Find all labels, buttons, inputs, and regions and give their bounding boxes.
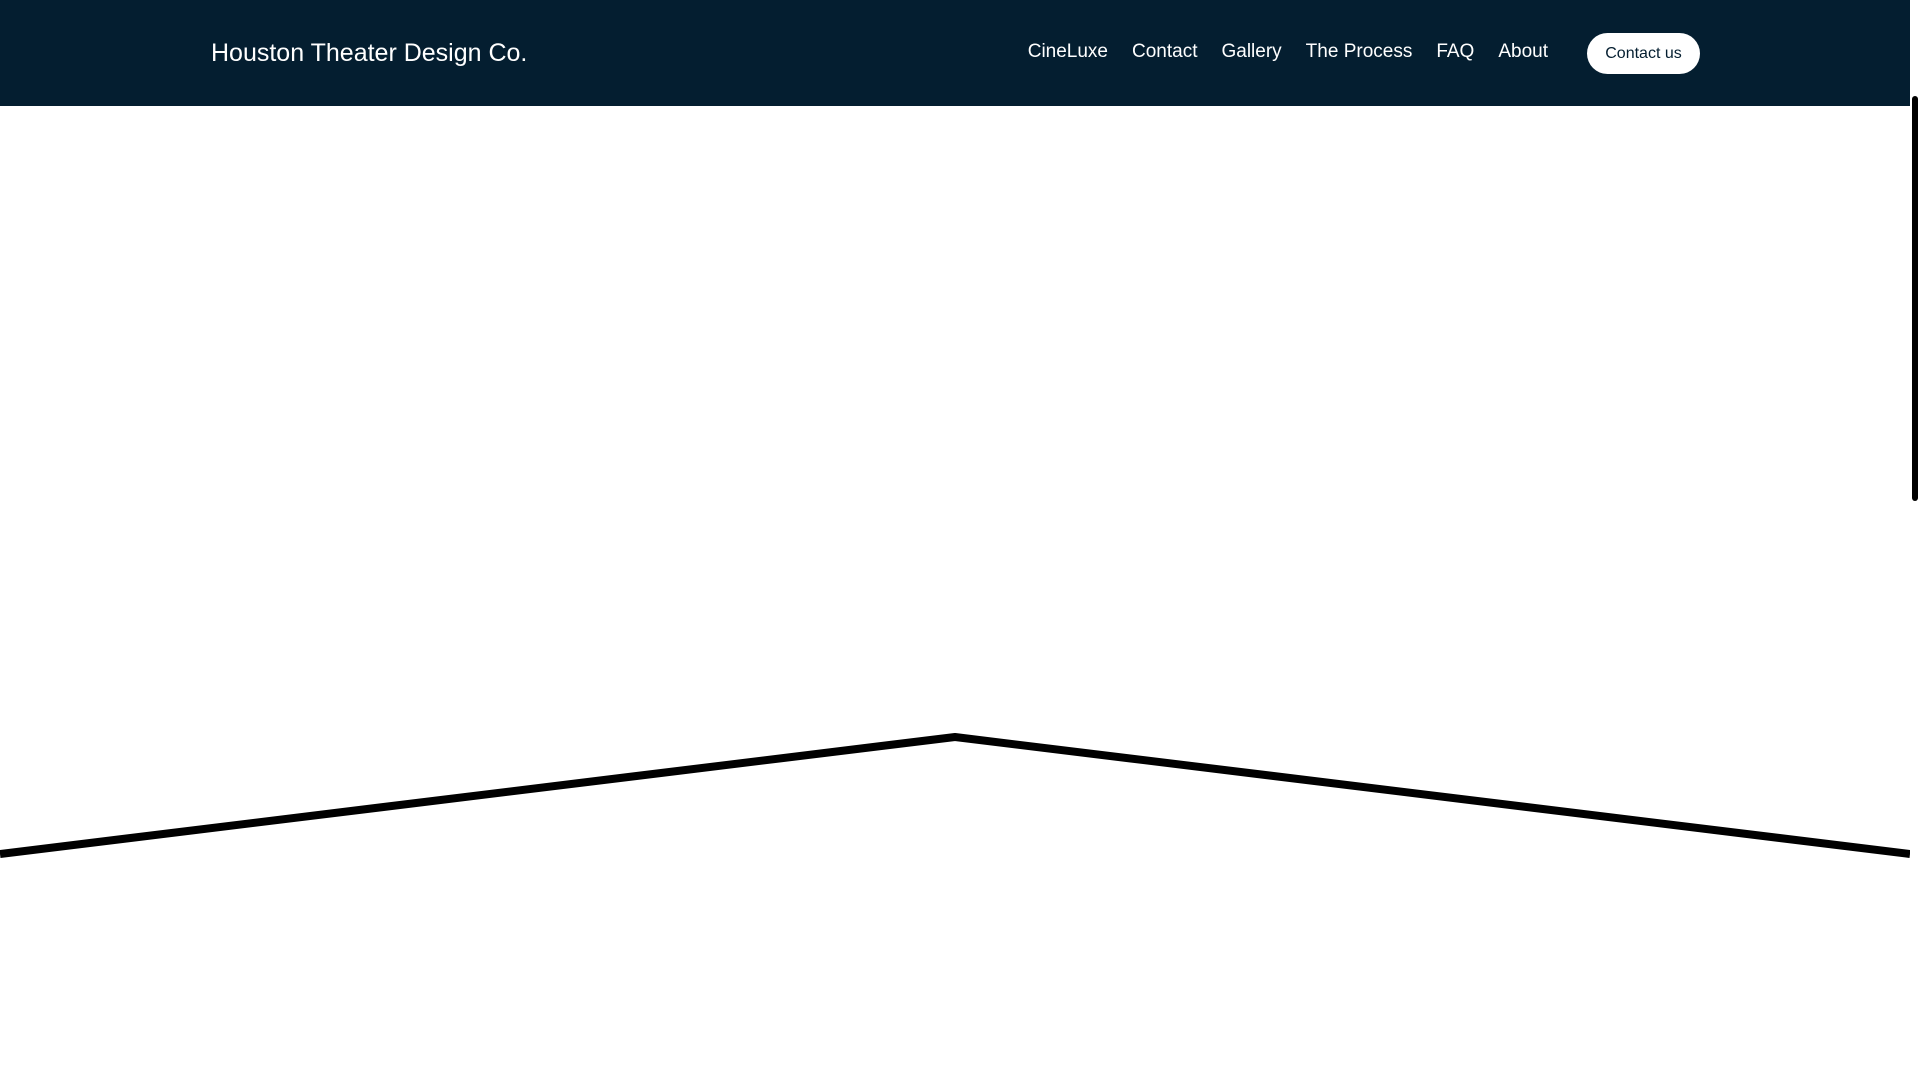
nav-link-about[interactable]: About xyxy=(1498,40,1548,64)
contact-us-button[interactable]: Contact us xyxy=(1587,33,1700,74)
nav-link-the-process[interactable]: The Process xyxy=(1306,40,1413,64)
nav-link-faq[interactable]: FAQ xyxy=(1436,40,1474,64)
chevron-divider xyxy=(0,733,1910,858)
nav-link-cineluxe[interactable]: CineLuxe xyxy=(1028,40,1108,64)
vertical-scrollbar[interactable] xyxy=(1910,0,1920,1080)
main-nav: CineLuxe Contact Gallery The Process FAQ… xyxy=(1028,40,1548,64)
site-header: Houston Theater Design Co. CineLuxe Cont… xyxy=(0,0,1910,106)
site-logo[interactable]: Houston Theater Design Co. xyxy=(211,38,527,68)
nav-link-contact[interactable]: Contact xyxy=(1132,40,1197,64)
page: Houston Theater Design Co. CineLuxe Cont… xyxy=(0,0,1920,1080)
nav-link-gallery[interactable]: Gallery xyxy=(1221,40,1281,64)
scrollbar-thumb[interactable] xyxy=(1912,96,1918,501)
